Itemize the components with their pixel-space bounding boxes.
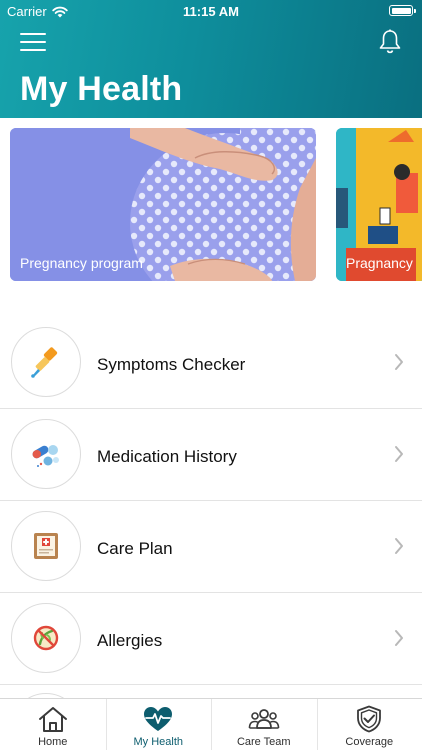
item-icon-container: [11, 327, 81, 397]
bottom-tab-bar: Home My Health Care Team Coverage: [0, 698, 422, 750]
chevron-right-icon: [395, 538, 403, 554]
program-card-pregnancy[interactable]: Pregnancy program: [10, 128, 316, 281]
list-item-symptoms-checker[interactable]: Symptoms Checker: [0, 317, 422, 409]
notifications-button[interactable]: [378, 28, 402, 56]
shield-check-icon: [357, 705, 382, 733]
tab-label: My Health: [133, 736, 184, 748]
tab-label: Coverage: [345, 736, 394, 748]
clock: 11:15 AM: [183, 4, 239, 19]
pills-icon: [32, 445, 59, 467]
item-label: Allergies: [97, 631, 163, 650]
tab-home[interactable]: Home: [0, 699, 106, 750]
heart-pulse-icon: [144, 707, 173, 731]
tab-label: Home: [38, 736, 68, 748]
list-item-allergies[interactable]: Allergies: [0, 593, 422, 685]
program-card-secondary[interactable]: Pragnancy: [336, 128, 422, 281]
bell-icon: [379, 29, 401, 54]
program-card-label: Pregnancy program: [20, 255, 143, 271]
medical-chart-icon: [34, 533, 58, 559]
allergy-icon: [33, 625, 59, 651]
menu-button[interactable]: [20, 30, 46, 54]
list-item-care-plan[interactable]: Care Plan: [0, 501, 422, 593]
program-carousel[interactable]: Pregnancy program Pragnancy: [0, 118, 422, 293]
group-icon: [248, 709, 280, 729]
battery-icon: [389, 5, 416, 16]
item-icon-container: [11, 511, 81, 581]
program-card-label: Pragnancy: [346, 255, 413, 271]
app-header: Carrier 11:15 AM My Health: [0, 0, 422, 118]
tab-care-team[interactable]: Care Team: [211, 699, 317, 750]
dropper-icon: [31, 347, 58, 378]
chevron-right-icon: [395, 630, 403, 646]
tab-my-health[interactable]: My Health: [105, 699, 212, 750]
chevron-right-icon: [395, 354, 403, 370]
item-icon-container: [11, 419, 81, 489]
tab-coverage[interactable]: Coverage: [316, 699, 422, 750]
health-menu-list: Symptoms Checker Medication History Care…: [0, 317, 422, 750]
page-title: My Health: [20, 70, 183, 108]
item-icon-container: [11, 603, 81, 673]
item-label: Symptoms Checker: [97, 355, 246, 374]
home-icon: [38, 707, 67, 732]
hamburger-icon: [20, 33, 46, 35]
item-label: Care Plan: [97, 539, 173, 558]
item-label: Medication History: [97, 447, 237, 466]
status-bar: Carrier 11:15 AM: [0, 0, 422, 22]
chevron-right-icon: [395, 446, 403, 462]
tab-label: Care Team: [236, 736, 291, 748]
list-item-medication-history[interactable]: Medication History: [0, 409, 422, 501]
